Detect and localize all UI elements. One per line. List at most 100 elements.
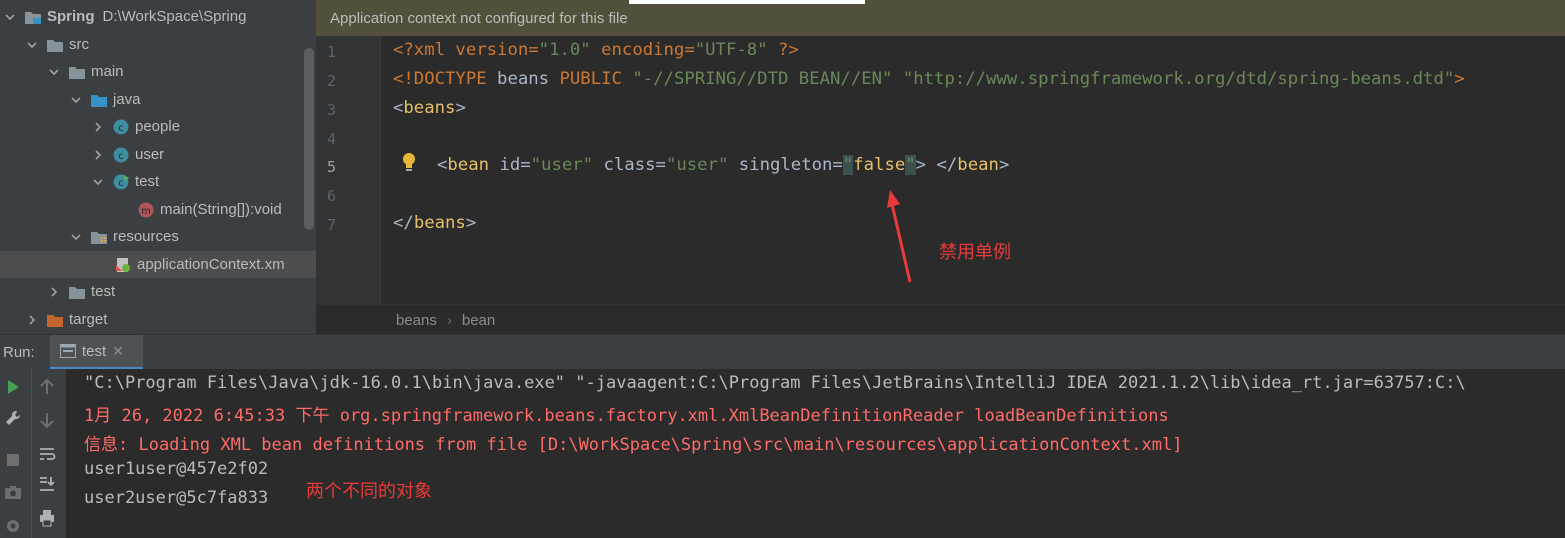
stop-button[interactable] [2, 449, 24, 471]
tree-scrollbar[interactable] [304, 48, 314, 230]
run-toolbar [0, 369, 66, 538]
chevron-down-icon[interactable] [4, 11, 16, 23]
folder-icon [68, 64, 86, 80]
lightbulb-icon[interactable] [401, 152, 417, 172]
soft-wrap-button[interactable] [36, 443, 58, 465]
token: </ [393, 213, 414, 233]
console-line: 1月 26, 2022 6:45:33 下午 org.springframewo… [84, 406, 1169, 426]
code-line-1[interactable]: <?xml version="1.0" encoding="UTF-8" ?> [393, 40, 799, 60]
breadcrumb-item-bean[interactable]: bean [462, 312, 495, 329]
token: "-//SPRING//DTD BEAN//EN" [632, 69, 893, 89]
token: <!DOCTYPE [393, 69, 498, 89]
chevron-down-icon[interactable] [92, 176, 104, 188]
token: < [393, 98, 404, 118]
tree-item-people[interactable]: c people [0, 113, 316, 140]
printer-icon [40, 510, 54, 527]
print-button[interactable] [36, 507, 58, 529]
chevron-right-icon[interactable] [48, 286, 60, 298]
token: beans [413, 213, 466, 233]
annotation-arrow-icon [887, 190, 912, 283]
annotation-disable-singleton: 禁用单例 [939, 242, 1011, 262]
screenshot-button[interactable] [2, 481, 24, 503]
chevron-down-icon[interactable] [48, 66, 60, 78]
line-number: 2 [326, 72, 336, 90]
chevron-right-icon: › [446, 311, 452, 329]
gear-button[interactable] [2, 515, 24, 537]
chevron-right-icon[interactable] [92, 121, 104, 133]
source-folder-icon [90, 92, 108, 108]
line-number-active: 5 [326, 158, 336, 176]
gutter-separator [380, 36, 381, 304]
scroll-down-button[interactable] [36, 409, 58, 431]
code-editor[interactable]: Application context not configured for t… [316, 0, 1565, 335]
runnable-class-icon: c [112, 174, 130, 190]
token: beans [403, 98, 456, 118]
svg-text:c: c [118, 123, 124, 134]
chevron-down-icon[interactable] [26, 39, 38, 51]
code-line-2[interactable]: <!DOCTYPE beans PUBLIC "-//SPRING//DTD B… [393, 69, 1465, 89]
excluded-folder-icon [46, 312, 64, 328]
tree-item-spring-module[interactable]: Spring D:\WorkSpace\Spring [0, 3, 316, 30]
camera-icon [5, 486, 21, 499]
code-line-3[interactable]: <beans> [393, 98, 466, 118]
chevron-down-icon[interactable] [70, 231, 82, 243]
line-number: 7 [326, 216, 336, 234]
code-line-5[interactable]: <bean id="user" class="user" singleton="… [437, 155, 1009, 175]
line-number: 3 [326, 101, 336, 119]
token: "user" [530, 155, 594, 175]
token: singleton= [728, 155, 843, 175]
tree-item-target[interactable]: target [0, 306, 316, 333]
token: id= [499, 155, 531, 175]
chevron-right-icon[interactable] [92, 149, 104, 161]
banner-text: Application context not configured for t… [330, 9, 628, 27]
stop-icon [7, 454, 19, 466]
token: "http://www.springframework.org/dtd/spri… [902, 69, 1455, 89]
token: beans [497, 69, 560, 89]
run-tab-test[interactable]: test ✕ [50, 335, 143, 370]
token: > [998, 155, 1010, 175]
token: <?xml version= [393, 40, 539, 60]
tree-item-label: target [69, 311, 108, 328]
token: > [455, 98, 466, 118]
arrow-up-icon [40, 378, 54, 394]
scroll-to-end-button[interactable] [36, 473, 58, 495]
rerun-button[interactable] [2, 376, 24, 398]
code-line-7[interactable]: </beans> [393, 213, 476, 233]
class-icon: c [112, 147, 130, 163]
tree-item-label: main [91, 63, 124, 80]
gear-icon [7, 520, 19, 532]
chevron-right-icon[interactable] [26, 314, 38, 326]
tree-item-main[interactable]: main [0, 58, 316, 85]
token: < [437, 155, 448, 175]
tree-item-label: src [69, 36, 89, 53]
run-panel-header: Run: test ✕ [0, 334, 1565, 370]
toolbar-separator [31, 369, 32, 538]
arrow-down-icon [40, 413, 54, 429]
tree-item-label: user [135, 146, 165, 163]
chevron-down-icon[interactable] [70, 94, 82, 106]
console-output[interactable]: "C:\Program Files\Java\jdk-16.0.1\bin\ja… [66, 369, 1565, 538]
class-icon: c [112, 119, 130, 135]
tree-item-user[interactable]: c user [0, 141, 316, 168]
scroll-to-end-icon [40, 477, 55, 491]
svg-text:m: m [141, 206, 151, 217]
tree-item-resources[interactable]: resources [0, 223, 316, 250]
tree-item-src[interactable]: src [0, 31, 316, 58]
tree-item-test-class[interactable]: c test [0, 168, 316, 195]
tree-item-test-folder[interactable]: test [0, 278, 316, 305]
token: PUBLIC [559, 69, 633, 89]
close-icon[interactable]: ✕ [112, 343, 124, 360]
token: " [905, 155, 916, 175]
breadcrumb-item-beans[interactable]: beans [396, 312, 437, 329]
tree-item-label: people [135, 118, 181, 135]
token: ?> [767, 40, 799, 60]
settings-button[interactable] [2, 407, 24, 429]
tree-item-label: java [113, 91, 141, 108]
tree-item-application-context[interactable]: applicationContext.xm [0, 251, 316, 278]
line-number: 6 [326, 187, 336, 205]
token: " [842, 155, 854, 175]
scroll-up-button[interactable] [36, 376, 58, 398]
console-line: "C:\Program Files\Java\jdk-16.0.1\bin\ja… [84, 373, 1466, 393]
tree-item-main-method[interactable]: m main(String[]):void [0, 196, 316, 223]
tree-item-java[interactable]: java [0, 86, 316, 113]
